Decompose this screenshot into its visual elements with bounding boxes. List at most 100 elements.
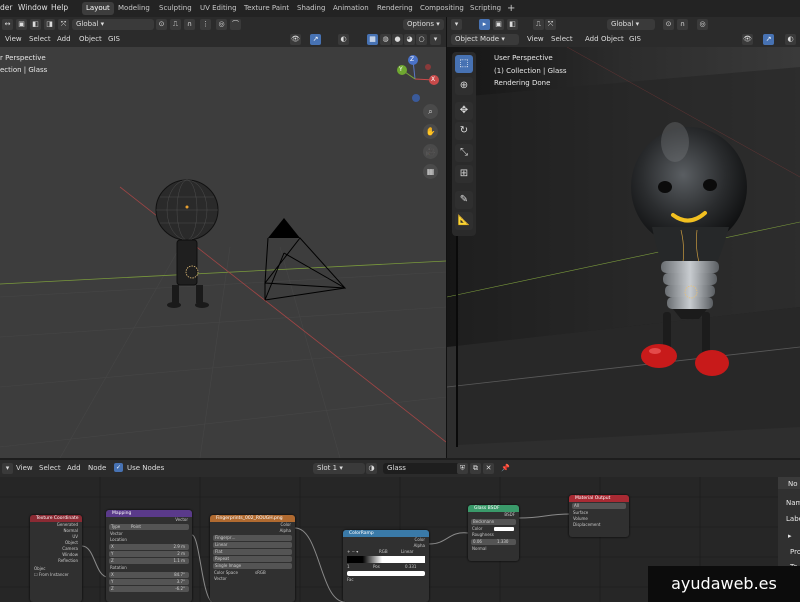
tab-texture-paint[interactable]: Texture Paint xyxy=(240,2,293,15)
tab-modeling[interactable]: Modeling xyxy=(114,2,154,15)
shading-dropdown-icon[interactable]: ▾ xyxy=(430,34,441,45)
cursor-tool-icon[interactable]: ⊕ xyxy=(455,77,473,95)
magnet-icon[interactable]: ∩ xyxy=(677,19,688,30)
orientation-dropdown[interactable]: Global ▾ xyxy=(72,19,154,30)
fake-user-icon[interactable]: ⛨ xyxy=(457,463,468,474)
snap-target-icon[interactable]: ⋮ xyxy=(200,19,211,30)
mode-icon[interactable]: ◧ xyxy=(30,19,41,30)
projection-dropdown[interactable]: Flat xyxy=(213,549,292,555)
node-texture-coordinate[interactable]: Texture Coordinate Generated Normal UV O… xyxy=(30,515,82,602)
menu-gis[interactable]: GIS xyxy=(629,34,641,45)
orientation-icon[interactable]: ⤧ xyxy=(58,19,69,30)
color-swatch[interactable] xyxy=(494,527,514,531)
pivot-icon[interactable]: ⊙ xyxy=(663,19,674,30)
editor-type-icon[interactable]: ▾ xyxy=(2,463,13,474)
orientation-dropdown[interactable]: Global ▾ xyxy=(607,19,655,30)
overlay-icon[interactable]: ◐ xyxy=(338,34,349,45)
image-file-field[interactable]: Fingerpr… xyxy=(213,535,292,541)
socket-displacement[interactable]: Displacement xyxy=(569,522,629,528)
socket-bsdf-out[interactable]: BSDF xyxy=(468,512,519,518)
socket-vector-out[interactable]: Vector xyxy=(106,517,192,523)
extension-dropdown[interactable]: Repeat xyxy=(213,556,292,562)
rotation-x[interactable]: X 84.7° xyxy=(109,572,189,578)
magnet-icon[interactable]: ∩ xyxy=(184,19,195,30)
invert-icon[interactable]: ◨ xyxy=(44,19,55,30)
select-extend-icon[interactable]: ◧ xyxy=(507,19,518,30)
scale-tool-icon[interactable]: ⤡ xyxy=(455,144,473,162)
shading-material-icon[interactable]: ◕ xyxy=(404,34,415,45)
mode-dropdown[interactable]: Object Mode ▾ xyxy=(451,34,519,45)
pin-icon[interactable]: 📌 xyxy=(500,463,511,474)
shading-rendered-icon[interactable]: ○ xyxy=(416,34,427,45)
use-nodes-checkbox[interactable]: ✓ xyxy=(114,463,123,472)
menu-node[interactable]: Node xyxy=(88,463,106,474)
shading-solid-icon[interactable]: ● xyxy=(392,34,403,45)
menu-help[interactable]: Help xyxy=(51,3,68,12)
tab-sculpting[interactable]: Sculpting xyxy=(155,2,196,15)
transform-tool-icon[interactable]: ⊞ xyxy=(455,165,473,183)
snap-icon[interactable]: ⎍ xyxy=(533,19,544,30)
menu-view[interactable]: View xyxy=(5,34,22,45)
measure-tool-icon[interactable]: 📐 xyxy=(455,212,473,230)
menu-select[interactable]: Select xyxy=(551,34,573,45)
select-box-icon[interactable]: ▣ xyxy=(16,19,27,30)
tab-animation[interactable]: Animation xyxy=(329,2,373,15)
editor-type-icon[interactable]: ▾ xyxy=(451,19,462,30)
menu-object[interactable]: Object xyxy=(79,34,102,45)
socket-alpha-out[interactable]: Alpha xyxy=(210,528,295,534)
gizmo-toggle-icon[interactable]: ↗ xyxy=(763,34,774,45)
tab-scripting[interactable]: Scripting xyxy=(466,2,505,15)
pivot-icon[interactable]: ⊙ xyxy=(156,19,167,30)
transform-icon[interactable]: ↔ xyxy=(2,19,13,30)
expand-arrow-icon[interactable]: ▸ xyxy=(788,532,792,540)
proportional-icon[interactable]: ◎ xyxy=(697,19,708,30)
node-glass-bsdf[interactable]: Glass BSDF BSDF Beckmann Color Roughness… xyxy=(468,505,519,561)
snap-icon[interactable]: ⎍ xyxy=(170,19,181,30)
left-3d-viewport[interactable]: r Perspective ection | Glass Z X Y ⌕ ✋ 🎥… xyxy=(0,47,446,458)
tab-uv-editing[interactable]: UV Editing xyxy=(196,2,241,15)
pan-hand-icon[interactable]: ✋ xyxy=(423,124,438,139)
orientation-icon[interactable]: ⤧ xyxy=(545,19,556,30)
tab-rendering[interactable]: Rendering xyxy=(373,2,417,15)
tab-layout[interactable]: Layout xyxy=(82,2,114,15)
menu-view[interactable]: View xyxy=(16,463,33,474)
stop-color-swatch[interactable] xyxy=(347,571,425,576)
from-instancer-checkbox[interactable]: ☐ From Instancer xyxy=(30,572,82,578)
socket-normal-in[interactable]: Normal xyxy=(468,546,519,552)
move-tool-icon[interactable]: ✥ xyxy=(455,102,473,120)
menu-view[interactable]: View xyxy=(527,34,544,45)
shading-wire-icon[interactable]: ◍ xyxy=(380,34,391,45)
visibility-icon[interactable]: 👁 xyxy=(290,34,301,45)
proportional-icon[interactable]: ◎ xyxy=(216,19,227,30)
xray-icon[interactable]: ▦ xyxy=(367,34,378,45)
node-material-output[interactable]: Material Output All Surface Volume Displ… xyxy=(569,495,629,537)
ramp-gradient-bar[interactable] xyxy=(347,556,425,563)
location-z[interactable]: Z 1.1 m xyxy=(109,558,189,564)
menu-select[interactable]: Select xyxy=(39,463,61,474)
interpolation-dropdown[interactable]: Linear xyxy=(213,542,292,548)
menu-add[interactable]: Add xyxy=(67,463,81,474)
rotation-z[interactable]: Z -6.2° xyxy=(109,586,189,592)
socket-vector-in[interactable]: Vector xyxy=(210,576,295,582)
source-dropdown[interactable]: Single Image xyxy=(213,563,292,569)
distribution-dropdown[interactable]: Beckmann xyxy=(471,519,516,525)
node-image-texture[interactable]: Fingerprints_002_ROUGH.png Color Alpha F… xyxy=(210,515,295,602)
select-tool-icon[interactable]: ▸ xyxy=(479,19,490,30)
unlink-icon[interactable]: ✕ xyxy=(483,463,494,474)
node-mapping[interactable]: Mapping Vector Type Point Vector Locatio… xyxy=(106,510,192,602)
node-colorramp[interactable]: ColorRamp Color Alpha + − ▾ RGB Linear 1P… xyxy=(343,530,429,602)
select-box-icon[interactable]: ▣ xyxy=(493,19,504,30)
menu-add[interactable]: Add xyxy=(57,34,71,45)
visibility-icon[interactable]: 👁 xyxy=(742,34,753,45)
location-y[interactable]: Y 2 m xyxy=(109,551,189,557)
duplicate-icon[interactable]: ⧉ xyxy=(470,463,481,474)
overlay-icon[interactable]: ◐ xyxy=(785,34,796,45)
right-3d-viewport-rendered[interactable]: User Perspective (1) Collection | Glass … xyxy=(447,47,800,458)
zoom-icon[interactable]: ⌕ xyxy=(423,104,438,119)
tab-compositing[interactable]: Compositing xyxy=(416,2,468,15)
menu-object[interactable]: Object xyxy=(601,34,624,45)
rotate-tool-icon[interactable]: ↻ xyxy=(455,122,473,140)
gizmo-toggle-icon[interactable]: ↗ xyxy=(310,34,321,45)
slot-dropdown[interactable]: Slot 1 ▾ xyxy=(313,463,365,474)
menu-add[interactable]: Add xyxy=(585,34,599,45)
